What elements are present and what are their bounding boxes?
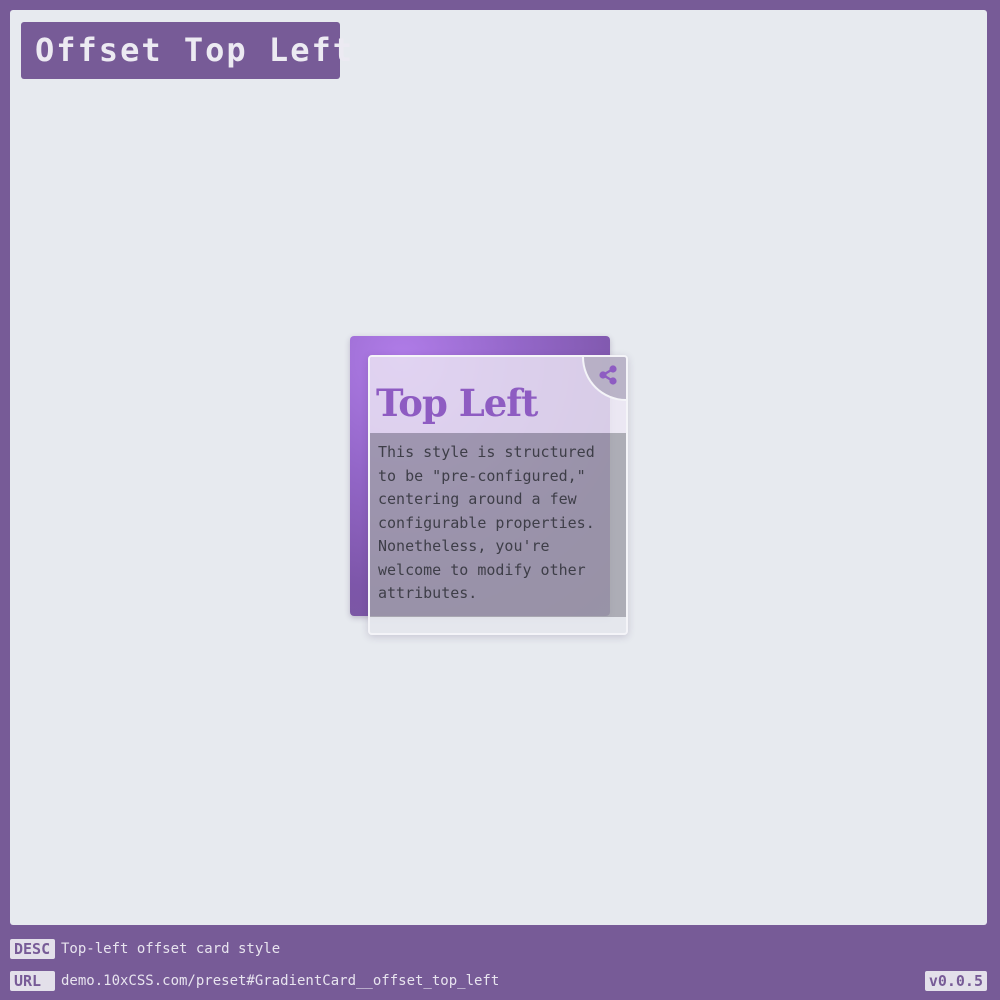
share-icon xyxy=(599,365,617,385)
card-title: Top Left xyxy=(376,381,538,425)
url-tag: URL xyxy=(10,971,55,991)
card-description: This style is structured to be "pre-conf… xyxy=(378,443,595,602)
version-badge: v0.0.5 xyxy=(924,971,987,991)
url-link[interactable]: demo.10xCSS.com/preset#GradientCard__off… xyxy=(61,973,499,989)
desc-tag: DESC xyxy=(10,939,55,959)
desc-text: Top-left offset card style xyxy=(61,941,281,957)
footer-desc-row: DESC Top-left offset card style xyxy=(10,939,280,959)
card-footer xyxy=(370,617,626,633)
footer-url-row: URL demo.10xCSS.com/preset#GradientCard_… xyxy=(10,971,499,991)
page-title: Offset Top Left xyxy=(21,22,352,79)
gradient-card[interactable]: Top Left This style is structured to be … xyxy=(368,355,628,635)
